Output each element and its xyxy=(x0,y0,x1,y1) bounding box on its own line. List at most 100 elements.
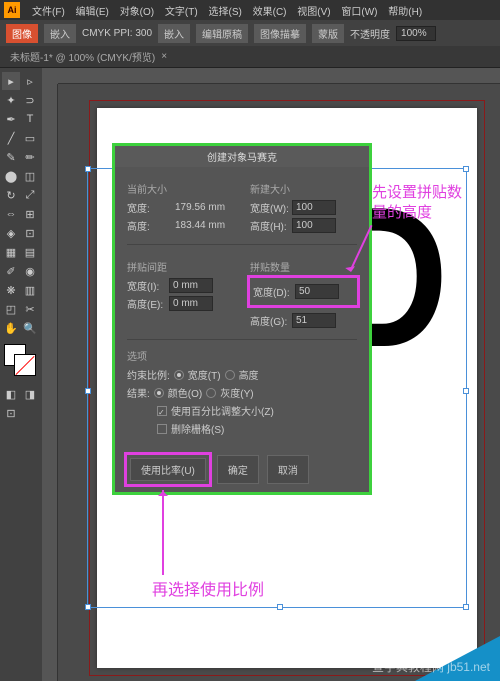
menu-view[interactable]: 视图(V) xyxy=(297,7,330,18)
new-width-input[interactable] xyxy=(292,200,336,215)
embed-button[interactable]: 嵌入 xyxy=(44,24,76,43)
menu-file[interactable]: 文件(F) xyxy=(32,7,65,18)
menu-window[interactable]: 窗口(W) xyxy=(341,7,377,18)
color-mode-icon[interactable]: ◧ xyxy=(2,385,20,403)
menu-edit[interactable]: 编辑(E) xyxy=(76,7,109,18)
result-color-radio[interactable] xyxy=(154,388,164,398)
width-tool[interactable]: ⇔ xyxy=(2,205,20,223)
count-section-label: 拼贴数量 xyxy=(250,259,357,274)
fill-stroke-swatch[interactable] xyxy=(2,344,38,380)
gap-width-input[interactable] xyxy=(169,278,213,293)
stroke-swatch[interactable] xyxy=(14,354,36,376)
embed2-button[interactable]: 嵌入 xyxy=(158,24,190,43)
delete-raster-text: 删除栅格(S) xyxy=(171,421,224,436)
result-gray-radio[interactable] xyxy=(206,388,216,398)
mesh-tool[interactable]: ▦ xyxy=(2,243,20,261)
constrain-height-radio[interactable] xyxy=(225,370,235,380)
mode-button[interactable]: 图像 xyxy=(6,24,38,43)
new-height-input[interactable] xyxy=(292,218,336,233)
menu-select[interactable]: 选择(S) xyxy=(208,7,241,18)
hand-tool[interactable]: ✋ xyxy=(2,319,20,337)
gap-height-label: 高度(E): xyxy=(127,296,169,311)
blob-brush-tool[interactable]: ⬤ xyxy=(2,167,20,185)
use-percent-checkbox[interactable] xyxy=(157,406,167,416)
use-percent-text: 使用百分比调整大小(Z) xyxy=(171,403,274,418)
menu-type[interactable]: 文字(T) xyxy=(165,7,198,18)
line-tool[interactable]: ╱ xyxy=(2,129,20,147)
count-height-label: 高度(G): xyxy=(250,313,292,328)
direct-select-tool[interactable]: ▹ xyxy=(21,72,39,90)
menu-object[interactable]: 对象(O) xyxy=(120,7,154,18)
use-ratio-highlight: 使用比率(U) xyxy=(124,452,212,487)
handle-bc[interactable] xyxy=(277,604,283,610)
menu-help[interactable]: 帮助(H) xyxy=(388,7,422,18)
annotation-2: 再选择使用比例 xyxy=(152,576,264,600)
brush-tool[interactable]: ✎ xyxy=(2,148,20,166)
handle-mr[interactable] xyxy=(463,388,469,394)
artboard-tool[interactable]: ◰ xyxy=(2,300,20,318)
perspective-tool[interactable]: ⊡ xyxy=(21,224,39,242)
ok-button[interactable]: 确定 xyxy=(217,455,259,484)
new-width-label: 宽度(W): xyxy=(250,200,292,215)
mosaic-dialog: 创建对象马赛克 当前大小 宽度:179.56 mm 高度:183.44 mm 新… xyxy=(112,143,372,495)
pencil-tool[interactable]: ✏ xyxy=(21,148,39,166)
document-tab[interactable]: 未标题-1* @ 100% (CMYK/预览) xyxy=(10,49,155,64)
result-color-text: 颜色(O) xyxy=(168,385,202,400)
slice-tool[interactable]: ✂ xyxy=(21,300,39,318)
menu-effect[interactable]: 效果(C) xyxy=(253,7,287,18)
constrain-height-text: 高度 xyxy=(239,367,259,382)
screen-mode-icon[interactable]: ⊡ xyxy=(2,404,20,422)
constrain-label: 约束比例: xyxy=(127,367,170,382)
current-size-label: 当前大小 xyxy=(127,181,234,196)
selection-tool[interactable]: ▸ xyxy=(2,72,20,90)
delete-raster-checkbox[interactable] xyxy=(157,424,167,434)
count-width-input[interactable] xyxy=(295,284,339,299)
toolbox: ▸▹ ✦⊃ ✒T ╱▭ ✎✏ ⬤◫ ↻⤢ ⇔⊞ ◈⊡ ▦▤ ✐◉ ❋▥ ◰✂ ✋… xyxy=(0,68,42,681)
constrain-width-radio[interactable] xyxy=(174,370,184,380)
document-tab-bar: 未标题-1* @ 100% (CMYK/预览) × xyxy=(0,46,500,68)
lasso-tool[interactable]: ⊃ xyxy=(21,91,39,109)
count-height-input[interactable] xyxy=(292,313,336,328)
rectangle-tool[interactable]: ▭ xyxy=(21,129,39,147)
result-label: 结果: xyxy=(127,385,150,400)
canvas-area[interactable]: LED 创建对象马赛克 当前大小 宽度:179.56 mm 高度:183.44 … xyxy=(42,68,500,681)
gradient-tool[interactable]: ▤ xyxy=(21,243,39,261)
type-tool[interactable]: T xyxy=(21,110,39,128)
handle-tl[interactable] xyxy=(85,166,91,172)
symbol-sprayer-tool[interactable]: ❋ xyxy=(2,281,20,299)
edit-original-button[interactable]: 编辑原稿 xyxy=(196,24,248,43)
menu-bar: 文件(F) 编辑(E) 对象(O) 文字(T) 选择(S) 效果(C) 视图(V… xyxy=(28,3,426,18)
handle-bl[interactable] xyxy=(85,604,91,610)
magic-wand-tool[interactable]: ✦ xyxy=(2,91,20,109)
color-info: CMYK PPI: 300 xyxy=(82,28,152,39)
handle-tr[interactable] xyxy=(463,166,469,172)
shape-builder-tool[interactable]: ◈ xyxy=(2,224,20,242)
opacity-input[interactable] xyxy=(396,26,436,41)
gap-section-label: 拼贴间距 xyxy=(127,259,234,274)
annotation-arrow-1 xyxy=(360,223,390,283)
count-width-highlight: 宽度(D): xyxy=(247,275,360,308)
free-transform-tool[interactable]: ⊞ xyxy=(21,205,39,223)
handle-ml[interactable] xyxy=(85,388,91,394)
ruler-corner xyxy=(42,68,58,84)
rotate-tool[interactable]: ↻ xyxy=(2,186,20,204)
eraser-tool[interactable]: ◫ xyxy=(21,167,39,185)
close-tab-icon[interactable]: × xyxy=(161,51,167,62)
gradient-mode-icon[interactable]: ◨ xyxy=(21,385,39,403)
handle-br[interactable] xyxy=(463,604,469,610)
cancel-button[interactable]: 取消 xyxy=(267,455,309,484)
ruler-vertical xyxy=(42,84,58,681)
eyedropper-tool[interactable]: ✐ xyxy=(2,262,20,280)
blend-tool[interactable]: ◉ xyxy=(21,262,39,280)
graph-tool[interactable]: ▥ xyxy=(21,281,39,299)
zoom-tool[interactable]: 🔍 xyxy=(21,319,39,337)
scale-tool[interactable]: ⤢ xyxy=(21,186,39,204)
image-trace-button[interactable]: 图像描摹 xyxy=(254,24,306,43)
watermark: 查字典教程网 jb51.net xyxy=(372,658,490,675)
options-label: 选项 xyxy=(127,348,357,363)
pen-tool[interactable]: ✒ xyxy=(2,110,20,128)
count-width-label: 宽度(D): xyxy=(253,284,295,299)
mask-button[interactable]: 蒙版 xyxy=(312,24,344,43)
gap-height-input[interactable] xyxy=(169,296,213,311)
use-ratio-button[interactable]: 使用比率(U) xyxy=(130,458,206,481)
